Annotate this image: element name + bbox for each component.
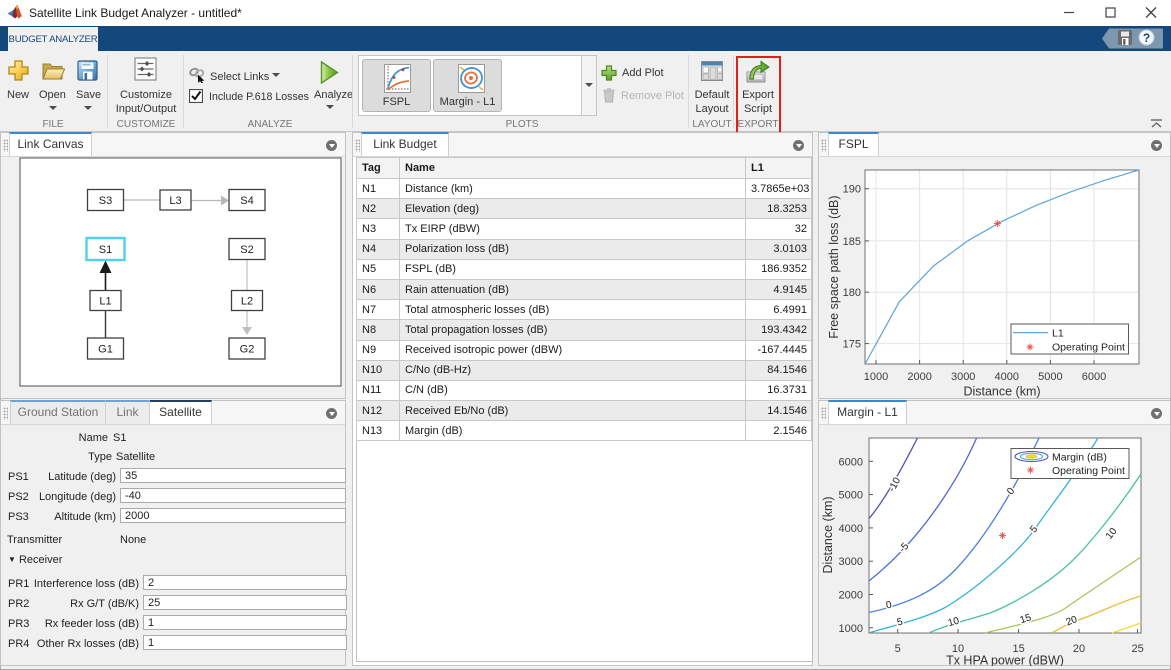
svg-text:20: 20 (1073, 643, 1085, 655)
svg-text:1000: 1000 (839, 623, 863, 635)
svg-text:G1: G1 (98, 344, 113, 356)
svg-text:L1: L1 (99, 296, 111, 308)
svg-text:5000: 5000 (839, 490, 863, 502)
svg-text:1000: 1000 (864, 371, 888, 383)
svg-text:25: 25 (1131, 643, 1143, 655)
svg-text:180: 180 (843, 287, 861, 299)
svg-text:190: 190 (843, 184, 861, 196)
svg-text:Distance (km): Distance (km) (821, 496, 835, 573)
svg-text:5: 5 (895, 643, 901, 655)
svg-text:4000: 4000 (839, 523, 863, 535)
svg-text:6000: 6000 (1082, 371, 1106, 383)
svg-text:L1: L1 (1052, 328, 1064, 340)
svg-text:S3: S3 (99, 195, 112, 207)
svg-text:6000: 6000 (839, 456, 863, 468)
svg-text:Operating Point: Operating Point (1052, 341, 1125, 353)
svg-text:S1: S1 (99, 244, 112, 256)
svg-text:?: ? (1143, 31, 1150, 45)
svg-text:3000: 3000 (839, 556, 863, 568)
svg-text:2000: 2000 (839, 590, 863, 602)
svg-text:L2: L2 (241, 296, 253, 308)
svg-text:S2: S2 (240, 244, 253, 256)
svg-text:S4: S4 (240, 195, 253, 207)
svg-text:2000: 2000 (907, 371, 931, 383)
svg-text:Distance (km): Distance (km) (963, 385, 1040, 399)
svg-text:Margin (dB): Margin (dB) (1052, 452, 1107, 464)
svg-text:Tx HPA power (dBW): Tx HPA power (dBW) (946, 654, 1064, 667)
svg-text:4000: 4000 (995, 371, 1019, 383)
svg-text:5000: 5000 (1038, 371, 1062, 383)
svg-text:L3: L3 (169, 195, 181, 207)
svg-text:3000: 3000 (951, 371, 975, 383)
svg-text:Operating Point: Operating Point (1052, 465, 1125, 477)
svg-text:185: 185 (843, 236, 861, 248)
svg-text:G2: G2 (240, 344, 255, 356)
svg-text:Free space path loss (dB): Free space path loss (dB) (827, 195, 841, 338)
svg-text:175: 175 (843, 339, 861, 351)
